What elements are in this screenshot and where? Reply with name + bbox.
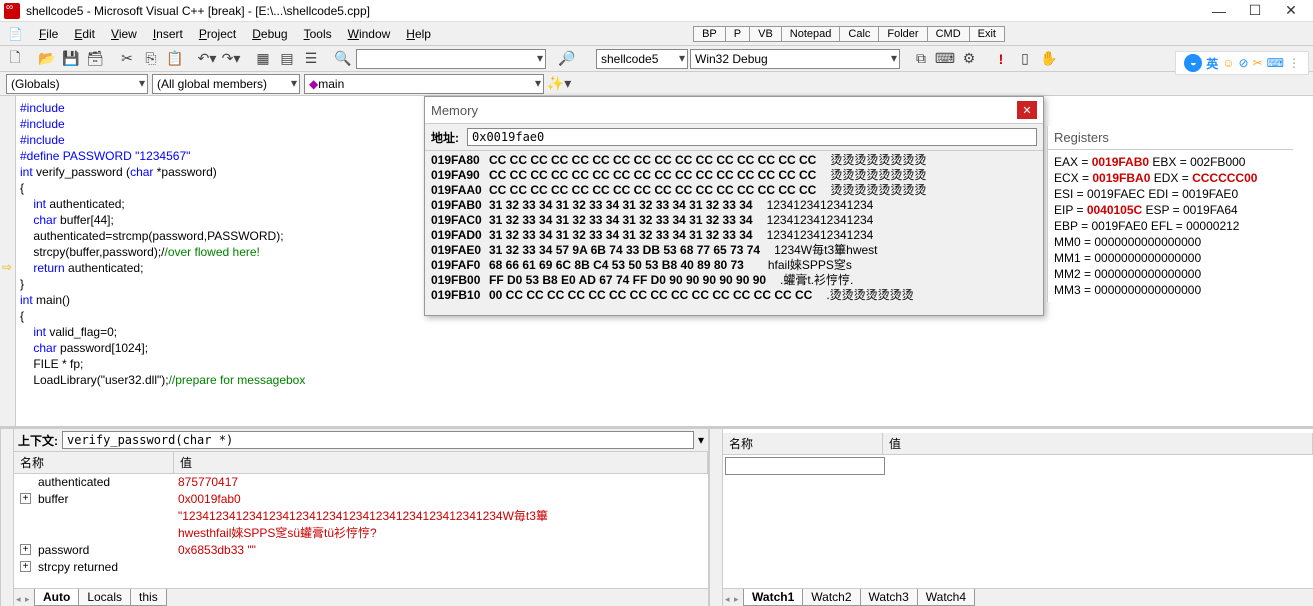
ime-icon[interactable]: ◒ bbox=[1184, 54, 1202, 72]
col-name[interactable]: 名称 bbox=[14, 452, 174, 473]
variables-tabs: ◂▸ AutoLocalsthis bbox=[14, 588, 708, 606]
tool-icon[interactable]: ⚙ bbox=[958, 48, 980, 70]
memory-address-input[interactable] bbox=[467, 128, 1037, 146]
bookmark-icon[interactable]: ▯ bbox=[1014, 48, 1036, 70]
watch-pane: 名称 值 ◂▸ Watch1Watch2Watch3Watch4 bbox=[723, 429, 1313, 606]
tab-auto[interactable]: Auto bbox=[34, 589, 79, 606]
toolbar-btn-p[interactable]: P bbox=[725, 26, 750, 42]
toolbar-btn-notepad[interactable]: Notepad bbox=[781, 26, 841, 42]
open-icon[interactable]: 📂 bbox=[36, 48, 58, 70]
watch-tabs: ◂▸ Watch1Watch2Watch3Watch4 bbox=[723, 588, 1313, 606]
toolbar-btn-exit[interactable]: Exit bbox=[969, 26, 1005, 42]
ime-settings-icon[interactable]: ⊘ bbox=[1239, 56, 1249, 70]
find-icon[interactable]: 🔍 bbox=[332, 48, 354, 70]
tile-icon[interactable]: ⧉ bbox=[910, 48, 932, 70]
registers-body: EAX = 0019FAB0 EBX = 002FB000ECX = 0019F… bbox=[1048, 150, 1293, 302]
menu-debug[interactable]: Debug bbox=[244, 27, 295, 41]
save-all-icon[interactable]: 🗃 bbox=[84, 48, 106, 70]
variables-body[interactable]: authenticated875770417+buffer0x0019fab0"… bbox=[14, 474, 708, 588]
tab-locals[interactable]: Locals bbox=[78, 589, 131, 606]
ime-lang[interactable]: 英 bbox=[1206, 55, 1218, 72]
breakpoint-icon[interactable]: ! bbox=[990, 48, 1012, 70]
cut-icon[interactable]: ✂ bbox=[116, 48, 138, 70]
title-bar: shellcode5 - Microsoft Visual C++ [break… bbox=[0, 0, 1313, 22]
variables-pane: 上下文: ▾ 名称 值 authenticated875770417+buffe… bbox=[14, 429, 709, 606]
ime-scissors-icon[interactable]: ✂ bbox=[1253, 56, 1263, 70]
editor-area: ⇨ #include #include #include #define PAS… bbox=[0, 96, 1313, 426]
toolbar: 🗋 📂 💾 🗃 ✂ ⎘ 📋 ↶▾ ↷▾ ▦ ▤ ☰ 🔍 🔎 shellcode5… bbox=[0, 46, 1313, 72]
bottom-panes: 上下文: ▾ 名称 值 authenticated875770417+buffe… bbox=[0, 426, 1313, 606]
toolbar-btn-vb[interactable]: VB bbox=[749, 26, 782, 42]
hand-icon[interactable]: ✋ bbox=[1038, 48, 1060, 70]
ime-keyboard-icon[interactable]: ⌨ bbox=[1267, 56, 1284, 70]
ime-toolbar[interactable]: ◒ 英 ☺ ⊘ ✂ ⌨ ⋮ bbox=[1175, 51, 1309, 75]
function-combo[interactable]: ◆ main bbox=[304, 74, 544, 94]
copy-icon[interactable]: ⎘ bbox=[140, 48, 162, 70]
context-label: 上下文: bbox=[18, 432, 58, 449]
toolbar-btn-cmd[interactable]: CMD bbox=[927, 26, 970, 42]
menu-project[interactable]: Project bbox=[191, 27, 244, 41]
menu-view[interactable]: View bbox=[103, 27, 145, 41]
menu-edit[interactable]: Edit bbox=[66, 27, 103, 41]
find-combo[interactable] bbox=[356, 49, 546, 69]
memory-title: Memory bbox=[431, 103, 1017, 118]
toolbar-btn-calc[interactable]: Calc bbox=[839, 26, 879, 42]
doc-icon[interactable]: 📄 bbox=[8, 27, 31, 41]
menu-bar: 📄 FileEditViewInsertProjectDebugToolsWin… bbox=[0, 22, 1313, 46]
tab-watch3[interactable]: Watch3 bbox=[860, 589, 918, 606]
menu-window[interactable]: Window bbox=[340, 27, 399, 41]
ime-more-icon[interactable]: ⋮ bbox=[1288, 56, 1300, 70]
watch-body[interactable] bbox=[723, 455, 1313, 588]
app-icon bbox=[4, 3, 20, 19]
window-title: shellcode5 - Microsoft Visual C++ [break… bbox=[26, 4, 370, 18]
toolbar-btn-bp[interactable]: BP bbox=[693, 26, 726, 42]
new-file-icon[interactable]: 🗋 bbox=[4, 48, 26, 70]
platform-combo[interactable]: Win32 Debug bbox=[690, 49, 900, 69]
wizard-icon[interactable]: ✨▾ bbox=[548, 73, 570, 95]
workspace-icon[interactable]: ▦ bbox=[252, 48, 274, 70]
close-button[interactable]: ✕ bbox=[1273, 1, 1309, 21]
window-list-icon[interactable]: ☰ bbox=[300, 48, 322, 70]
context-combo[interactable] bbox=[62, 431, 694, 449]
save-icon[interactable]: 💾 bbox=[60, 48, 82, 70]
context-dropdown-icon[interactable]: ▾ bbox=[698, 433, 704, 447]
redo-icon[interactable]: ↷▾ bbox=[220, 48, 242, 70]
execution-arrow-icon: ⇨ bbox=[2, 260, 12, 274]
menu-insert[interactable]: Insert bbox=[145, 27, 191, 41]
tab-this[interactable]: this bbox=[130, 589, 167, 606]
memory-close-button[interactable]: ✕ bbox=[1017, 101, 1037, 119]
members-combo[interactable]: (All global members) bbox=[152, 74, 300, 94]
keyboard-icon[interactable]: ⌨ bbox=[934, 48, 956, 70]
minimize-button[interactable]: — bbox=[1201, 1, 1237, 21]
paste-icon[interactable]: 📋 bbox=[164, 48, 186, 70]
gutter: ⇨ bbox=[0, 96, 16, 426]
menu-help[interactable]: Help bbox=[398, 27, 439, 41]
tab-watch2[interactable]: Watch2 bbox=[802, 589, 860, 606]
memory-window: Memory ✕ 地址: 019FA80CC CC CC CC CC CC CC… bbox=[424, 96, 1044, 316]
menu-tools[interactable]: Tools bbox=[296, 27, 340, 41]
menu-file[interactable]: File bbox=[31, 27, 66, 41]
watch-col-value[interactable]: 值 bbox=[883, 433, 1313, 454]
scope-combo[interactable]: (Globals) bbox=[6, 74, 148, 94]
config-combo[interactable]: shellcode5 bbox=[596, 49, 688, 69]
registers-window: Registers EAX = 0019FAB0 EBX = 002FB000E… bbox=[1047, 126, 1293, 302]
undo-icon[interactable]: ↶▾ bbox=[196, 48, 218, 70]
registers-title: Registers bbox=[1048, 126, 1293, 150]
maximize-button[interactable]: ☐ bbox=[1237, 1, 1273, 21]
memory-address-label: 地址: bbox=[431, 129, 459, 146]
find-in-files-icon[interactable]: 🔎 bbox=[556, 48, 578, 70]
col-value[interactable]: 值 bbox=[174, 452, 708, 473]
toolbar-btn-folder[interactable]: Folder bbox=[878, 26, 927, 42]
output-icon[interactable]: ▤ bbox=[276, 48, 298, 70]
memory-dump[interactable]: 019FA80CC CC CC CC CC CC CC CC CC CC CC … bbox=[425, 151, 1043, 305]
ime-smile-icon[interactable]: ☺ bbox=[1222, 56, 1234, 70]
tab-watch4[interactable]: Watch4 bbox=[917, 589, 975, 606]
members-bar: (Globals) (All global members) ◆ main ✨▾ bbox=[0, 72, 1313, 96]
watch-col-name[interactable]: 名称 bbox=[723, 433, 883, 454]
tab-watch1[interactable]: Watch1 bbox=[743, 589, 803, 606]
